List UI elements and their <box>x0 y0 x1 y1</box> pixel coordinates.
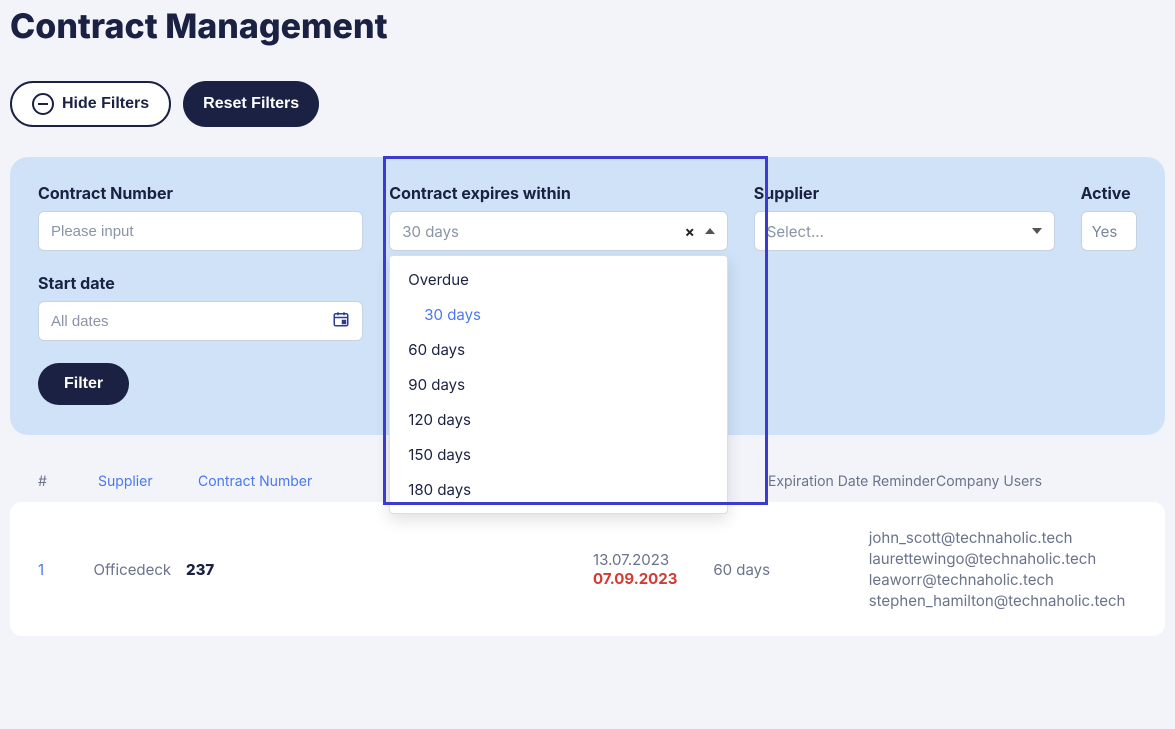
expires-select-display[interactable]: 30 days × <box>389 211 727 251</box>
start-date-input-wrap[interactable] <box>38 301 363 341</box>
row-contract-number: 237 <box>186 560 593 579</box>
chevron-up-icon[interactable] <box>705 228 715 234</box>
calendar-icon[interactable] <box>332 310 350 333</box>
col-expiration-reminder: Expiration Date Reminder <box>768 473 936 490</box>
termination-date-2: 07.09.2023 <box>593 569 713 588</box>
active-select[interactable]: Yes <box>1081 211 1137 251</box>
expires-controls: × <box>685 222 715 241</box>
expires-option-30[interactable]: 30 days <box>390 297 726 332</box>
user-email: leaworr@technaholic.tech <box>869 570 1137 589</box>
col-company-users: Company Users <box>936 473 1136 490</box>
col-supplier[interactable]: Supplier <box>98 473 198 490</box>
supplier-filter-label: Supplier <box>754 183 1055 203</box>
reset-filters-button[interactable]: Reset Filters <box>183 81 319 127</box>
expires-option-120[interactable]: 120 days <box>390 402 726 437</box>
filter-button[interactable]: Filter <box>38 363 129 405</box>
page-title: Contract Management <box>10 6 1165 47</box>
user-email: laurettewingo@technaholic.tech <box>869 549 1137 568</box>
contract-number-label: Contract Number <box>38 183 363 203</box>
active-value: Yes <box>1092 222 1118 241</box>
expires-option-90[interactable]: 90 days <box>390 367 726 402</box>
hide-filters-button[interactable]: Hide Filters <box>10 81 171 127</box>
user-email: stephen_hamilton@technaholic.tech <box>869 591 1137 610</box>
filter-col-supplier: Supplier Select... <box>754 183 1055 251</box>
filter-panel: Contract Number Start date Filter Contra… <box>10 157 1165 435</box>
filter-actions: Hide Filters Reset Filters <box>10 81 1165 127</box>
start-date-label: Start date <box>38 273 363 293</box>
hide-filters-label: Hide Filters <box>62 95 149 113</box>
active-label: Active <box>1081 183 1137 203</box>
row-supplier: Officedeck <box>94 560 187 579</box>
table-row: 1 Officedeck 237 13.07.2023 07.09.2023 6… <box>10 502 1165 636</box>
contract-number-input-wrap <box>38 211 363 251</box>
row-users: john_scott@technaholic.tech laurettewing… <box>869 528 1137 610</box>
filter-col-expires: Contract expires within 30 days × Overdu… <box>389 183 727 251</box>
row-num[interactable]: 1 <box>38 560 94 579</box>
expires-select: 30 days × Overdue 30 days 60 days 90 day… <box>389 211 727 251</box>
start-date-input[interactable] <box>51 302 332 340</box>
row-reminder: 60 days <box>713 560 868 579</box>
expires-label: Contract expires within <box>389 183 727 203</box>
supplier-placeholder: Select... <box>767 222 824 241</box>
filter-col-active: Active Yes <box>1081 183 1137 251</box>
expires-selected-value: 30 days <box>402 222 459 241</box>
user-email: john_scott@technaholic.tech <box>869 528 1137 547</box>
expires-option-60[interactable]: 60 days <box>390 332 726 367</box>
clear-icon[interactable]: × <box>685 222 695 241</box>
reset-filters-label: Reset Filters <box>203 95 299 113</box>
row-termination: 13.07.2023 07.09.2023 <box>593 550 713 588</box>
expires-option-180[interactable]: 180 days <box>390 472 726 507</box>
expires-option-overdue[interactable]: Overdue <box>390 262 726 297</box>
termination-date-1: 13.07.2023 <box>593 550 713 569</box>
filter-col-main: Contract Number Start date Filter <box>38 183 363 405</box>
chevron-down-icon <box>1032 228 1042 234</box>
collapse-icon <box>32 93 54 115</box>
filter-button-label: Filter <box>64 375 103 393</box>
supplier-select[interactable]: Select... <box>754 211 1055 251</box>
col-num: # <box>38 473 98 490</box>
expires-dropdown: Overdue 30 days 60 days 90 days 120 days… <box>389 255 727 514</box>
contract-number-input[interactable] <box>51 212 350 250</box>
expires-option-150[interactable]: 150 days <box>390 437 726 472</box>
